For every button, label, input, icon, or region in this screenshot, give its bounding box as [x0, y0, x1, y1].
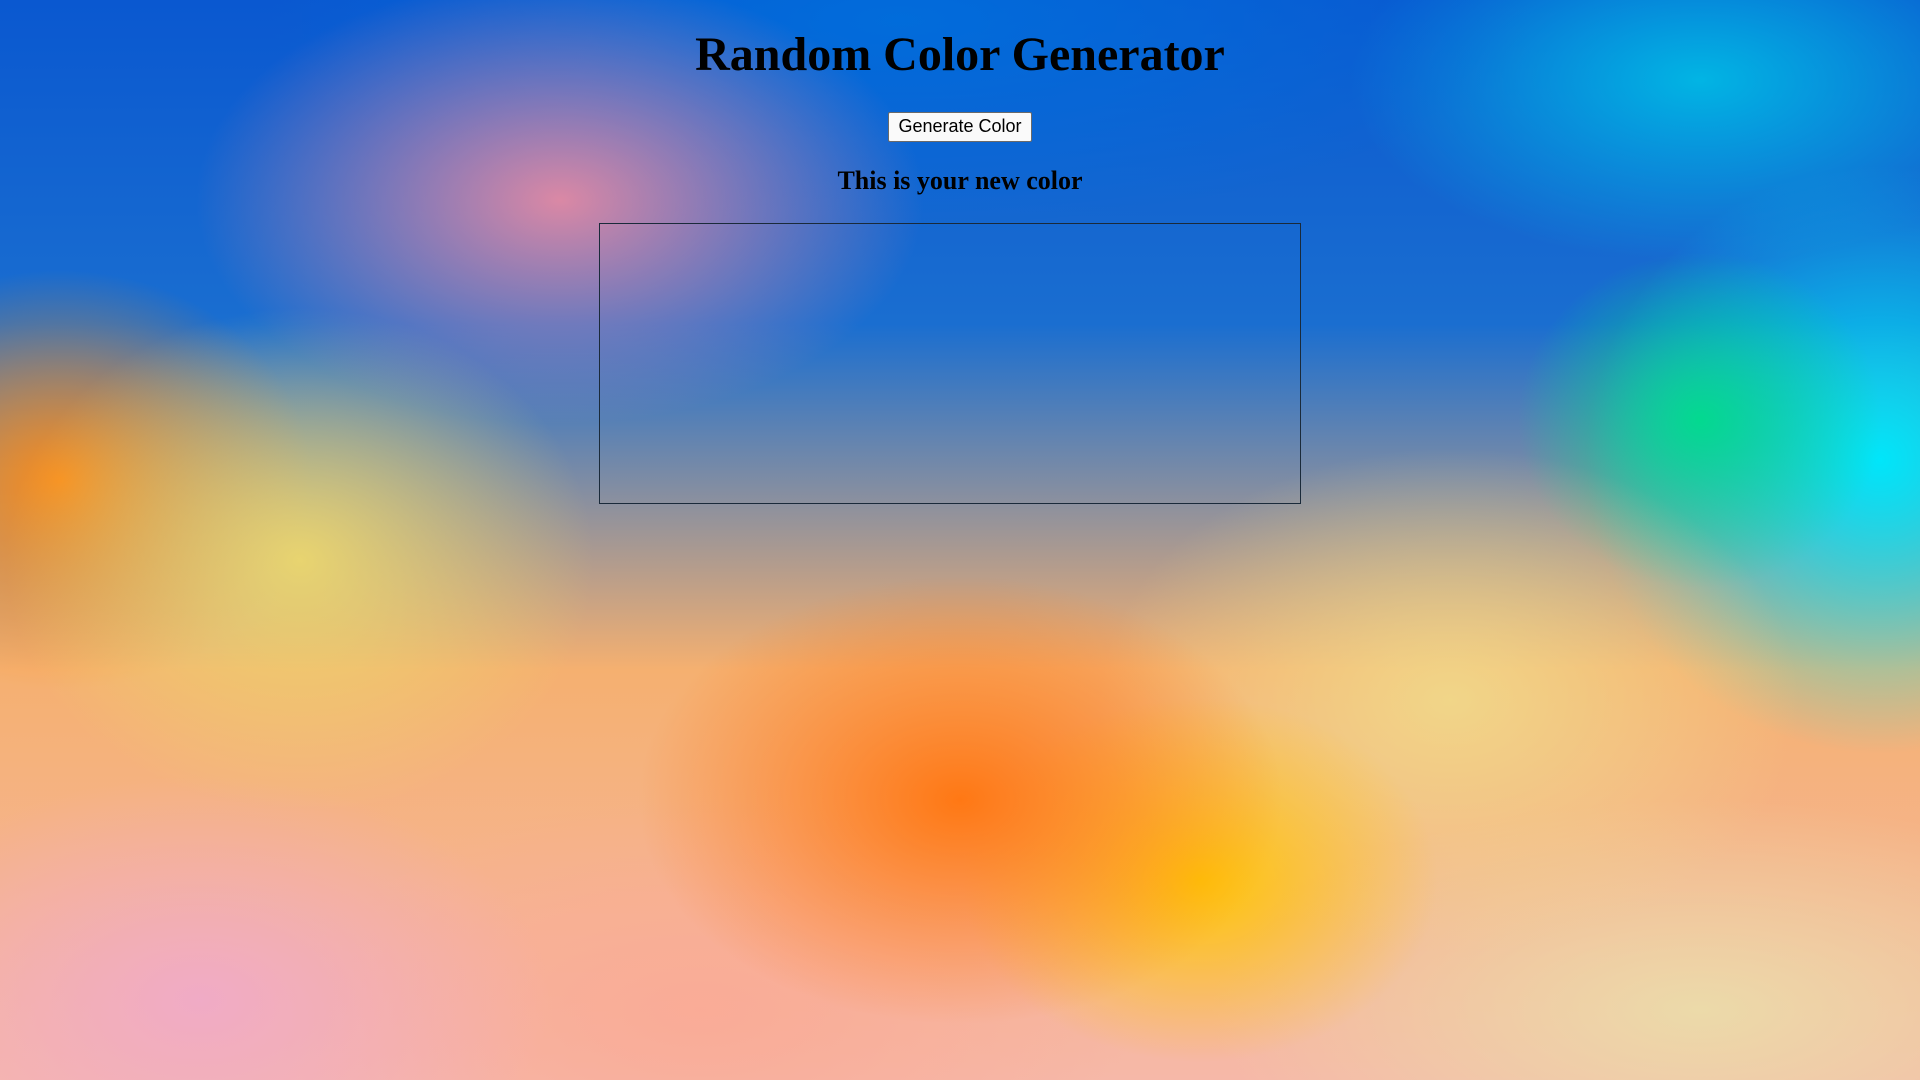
generate-color-button[interactable]: Generate Color — [888, 112, 1032, 142]
page-title: Random Color Generator — [695, 28, 1225, 81]
main-content: Random Color Generator Generate Color Th… — [0, 0, 1920, 196]
color-caption: This is your new color — [837, 166, 1083, 195]
color-preview-box — [599, 223, 1301, 504]
